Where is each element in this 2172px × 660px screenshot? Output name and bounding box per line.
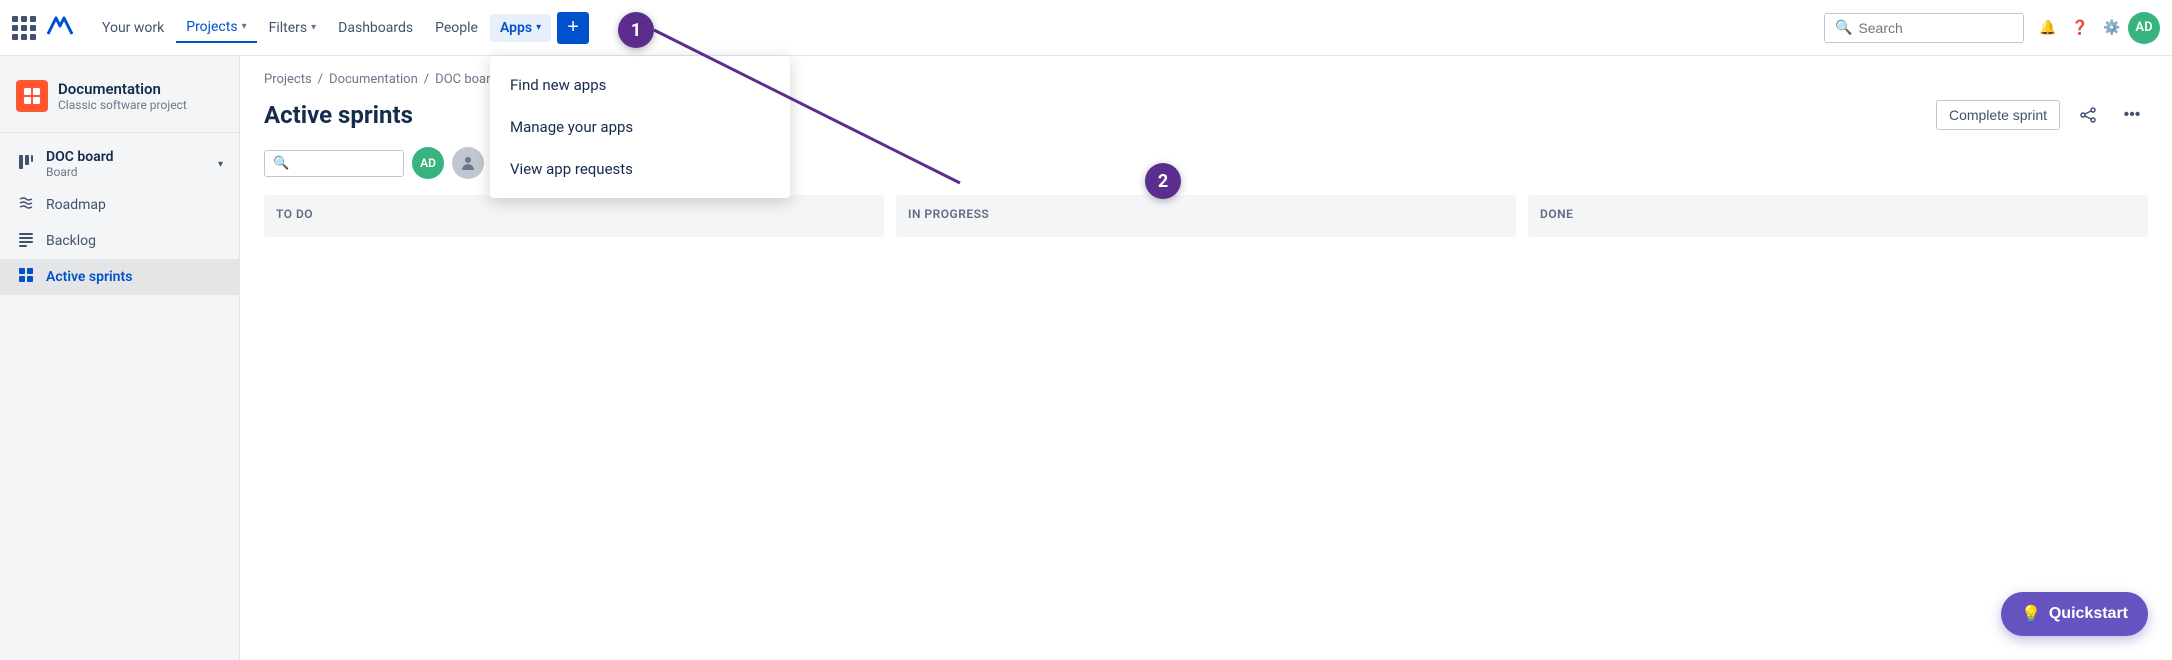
column-todo: TO DO	[264, 195, 884, 237]
chevron-down-icon: ▾	[218, 159, 223, 170]
dropdown-item-find-new-apps[interactable]: Find new apps	[490, 64, 790, 106]
user-avatar[interactable]: AD	[2128, 12, 2160, 44]
breadcrumb-projects[interactable]: Projects	[264, 72, 312, 87]
sidebar-item-doc-board[interactable]: DOC board Board ▾	[0, 141, 239, 187]
annotation-circle-1: 1	[618, 12, 654, 48]
chevron-down-icon: ▾	[242, 21, 247, 32]
nav-item-projects[interactable]: Projects ▾	[176, 13, 256, 43]
sidebar-project: Documentation Classic software project	[0, 72, 239, 128]
sidebar-item-label: Backlog	[46, 233, 96, 249]
settings-icon[interactable]: ⚙️	[2096, 12, 2128, 44]
nav-item-people[interactable]: People	[425, 14, 488, 42]
apps-dropdown: Find new apps Manage your apps View app …	[490, 56, 790, 198]
board: TO DO IN PROGRESS DONE	[240, 195, 2172, 261]
search-input[interactable]	[1858, 20, 2013, 36]
nav-item-dashboards[interactable]: Dashboards	[328, 14, 423, 42]
dropdown-item-view-app-requests[interactable]: View app requests	[490, 148, 790, 190]
complete-sprint-button[interactable]: Complete sprint	[1936, 100, 2060, 130]
nav-item-your-work[interactable]: Your work	[92, 14, 174, 42]
board-icon	[16, 154, 36, 174]
quickstart-icon: 💡	[2021, 604, 2041, 624]
help-icon[interactable]: ❓	[2064, 12, 2096, 44]
breadcrumb-documentation[interactable]: Documentation	[329, 72, 418, 87]
backlog-icon	[16, 231, 36, 251]
nav-item-apps[interactable]: Apps ▾	[490, 14, 551, 42]
sidebar-item-label: Active sprints	[46, 269, 132, 285]
main-layout: Documentation Classic software project D…	[0, 56, 2172, 660]
notifications-icon[interactable]: 🔔	[2032, 12, 2064, 44]
sidebar-item-backlog[interactable]: Backlog	[0, 223, 239, 259]
column-in-progress-header: IN PROGRESS	[904, 203, 1508, 229]
project-info: Documentation Classic software project	[58, 80, 187, 112]
logo[interactable]	[44, 10, 76, 46]
sidebar-item-roadmap[interactable]: Roadmap	[0, 187, 239, 223]
column-todo-header: TO DO	[272, 203, 876, 229]
chevron-down-icon: ▾	[536, 22, 541, 33]
quickstart-button[interactable]: 💡 Quickstart	[2001, 592, 2148, 636]
filter-search[interactable]: 🔍	[264, 150, 404, 177]
sprints-icon	[16, 267, 36, 287]
more-options-icon[interactable]: •••	[2116, 99, 2148, 131]
column-done: DONE	[1528, 195, 2148, 237]
column-done-header: DONE	[1536, 203, 2140, 229]
share-icon[interactable]	[2072, 99, 2104, 131]
project-name: Documentation	[58, 80, 187, 98]
grid-menu-icon[interactable]	[12, 16, 36, 40]
project-icon	[16, 80, 48, 112]
sidebar-item-active-sprints[interactable]: Active sprints	[0, 259, 239, 295]
create-button[interactable]: +	[557, 12, 589, 44]
sidebar-item-sub: Board	[46, 165, 114, 179]
breadcrumb-doc-board[interactable]: DOC board	[435, 72, 498, 87]
roadmap-icon	[16, 195, 36, 215]
filter-avatar-gray[interactable]	[452, 147, 484, 179]
search-icon: 🔍	[273, 156, 289, 171]
search-bar[interactable]: 🔍	[1824, 13, 2024, 43]
project-type: Classic software project	[58, 98, 187, 112]
sidebar-divider	[0, 132, 239, 133]
chevron-down-icon: ▾	[311, 22, 316, 33]
annotation-circle-2: 2	[1145, 163, 1181, 199]
quickstart-label: Quickstart	[2049, 605, 2128, 623]
search-icon: 🔍	[1835, 20, 1852, 36]
filter-avatar-ad[interactable]: AD	[412, 147, 444, 179]
sidebar: Documentation Classic software project D…	[0, 56, 240, 660]
sidebar-item-label: Roadmap	[46, 197, 106, 213]
column-in-progress: IN PROGRESS	[896, 195, 1516, 237]
filter-search-input[interactable]	[295, 156, 395, 171]
sidebar-item-label: DOC board	[46, 149, 114, 165]
nav-item-filters[interactable]: Filters ▾	[259, 14, 327, 42]
dropdown-item-manage-your-apps[interactable]: Manage your apps	[490, 106, 790, 148]
top-nav: Your work Projects ▾ Filters ▾ Dashboard…	[0, 0, 2172, 56]
nav-items: Your work Projects ▾ Filters ▾ Dashboard…	[92, 12, 958, 44]
